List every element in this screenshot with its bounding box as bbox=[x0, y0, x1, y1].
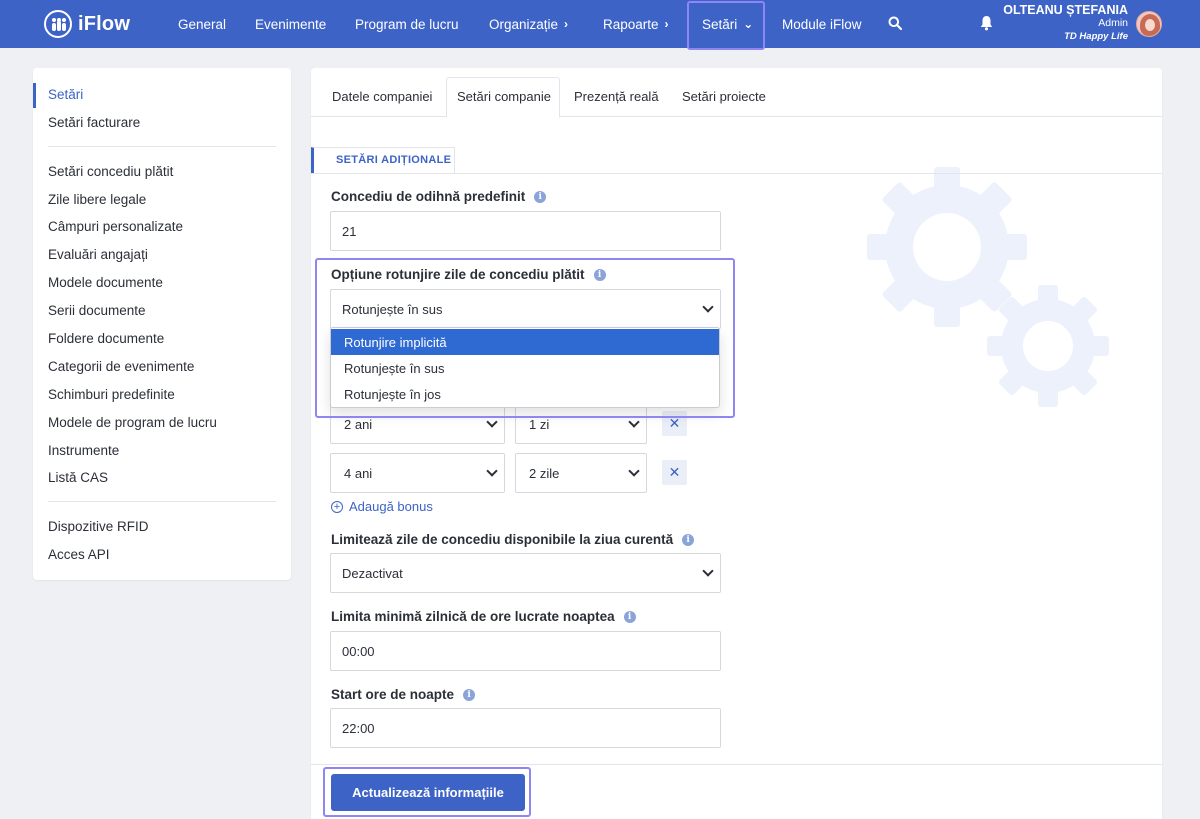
default-leave-label: Concediu de odihnă predefinit i bbox=[331, 189, 547, 204]
limit-current-day-label: Limitează zile de concediu disponibile l… bbox=[331, 532, 695, 547]
sidebar-item-zile-libere-legale[interactable]: Zile libere legale bbox=[48, 192, 146, 207]
bonus-years-select[interactable]: 4 ani bbox=[330, 453, 505, 493]
sidebar-item-categorii-evenimente[interactable]: Categorii de evenimente bbox=[48, 359, 194, 374]
sidebar-item-modele-program[interactable]: Modele de program de lucru bbox=[48, 415, 217, 430]
chevron-right-icon: › bbox=[664, 17, 669, 31]
footer-divider bbox=[311, 764, 1162, 765]
user-info[interactable]: OLTEANU ȘTEFANIA Admin TD Happy Life bbox=[1003, 4, 1128, 43]
nav-evenimente-label: Evenimente bbox=[255, 16, 327, 32]
nav-program-de-lucru[interactable]: Program de lucru bbox=[355, 0, 459, 48]
sidebar-item-acces-api[interactable]: Acces API bbox=[48, 547, 110, 562]
sidebar-item-campuri-personalizate[interactable]: Câmpuri personalizate bbox=[48, 219, 183, 234]
nav-setari-highlight bbox=[687, 1, 765, 50]
nav-module-iflow[interactable]: Module iFlow bbox=[782, 0, 862, 48]
sidebar-item-setari-concediu-platit[interactable]: Setări concediu plătit bbox=[48, 164, 173, 179]
nav-organizatie-label: Organizație bbox=[489, 16, 559, 32]
sidebar-item-setari[interactable]: Setări bbox=[48, 87, 83, 102]
min-night-hours-label-text: Limita minimă zilnică de ore lucrate noa… bbox=[331, 609, 615, 624]
settings-sidebar: Setări Setări facturare Setări concediu … bbox=[33, 68, 291, 580]
info-icon[interactable]: i bbox=[534, 190, 547, 203]
nav-general[interactable]: General bbox=[178, 0, 226, 48]
logo-icon bbox=[44, 10, 72, 38]
user-role: Admin bbox=[1098, 17, 1128, 29]
chevron-right-icon: › bbox=[564, 17, 569, 31]
tab-setari-companie[interactable]: Setări companie bbox=[457, 89, 551, 104]
default-leave-value: 21 bbox=[342, 223, 357, 239]
bonus-days-select[interactable]: 2 zile bbox=[515, 453, 647, 493]
section-title: SETĂRI ADIȚIONALE bbox=[336, 154, 452, 166]
section-divider bbox=[311, 173, 1162, 174]
sidebar-item-modele-documente[interactable]: Modele documente bbox=[48, 275, 163, 290]
add-bonus-label: Adaugă bonus bbox=[349, 499, 433, 514]
gear-icon bbox=[987, 285, 1109, 407]
night-start-value: 22:00 bbox=[342, 720, 375, 736]
nav-general-label: General bbox=[178, 16, 227, 32]
sidebar-item-dispozitive-rfid[interactable]: Dispozitive RFID bbox=[48, 519, 149, 534]
bonus-years-value: 2 ani bbox=[344, 416, 373, 432]
night-start-label-text: Start ore de noapte bbox=[331, 687, 455, 702]
update-info-button[interactable]: Actualizează informațiile bbox=[331, 774, 525, 811]
nav-evenimente[interactable]: Evenimente bbox=[255, 0, 326, 48]
sidebar-item-serii-documente[interactable]: Serii documente bbox=[48, 303, 146, 318]
chevron-down-icon bbox=[628, 416, 640, 428]
chevron-down-icon bbox=[628, 465, 640, 477]
search-icon[interactable] bbox=[888, 16, 902, 30]
night-start-input[interactable]: 22:00 bbox=[330, 708, 721, 748]
top-navigation-bar: iFlow General Evenimente Program de lucr… bbox=[0, 0, 1200, 50]
sidebar-item-lista-cas[interactable]: Listă CAS bbox=[48, 470, 108, 485]
tab-setari-proiecte[interactable]: Setări proiecte bbox=[682, 89, 766, 104]
night-start-label: Start ore de noapte i bbox=[331, 687, 476, 702]
bonus-days-value: 2 zile bbox=[529, 465, 560, 481]
avatar[interactable] bbox=[1136, 11, 1162, 37]
sidebar-active-indicator bbox=[33, 83, 36, 108]
rounding-highlight bbox=[315, 258, 735, 418]
bonus-years-value: 4 ani bbox=[344, 465, 373, 481]
default-leave-input[interactable]: 21 bbox=[330, 211, 721, 251]
sidebar-divider bbox=[48, 146, 276, 147]
tab-datele-companiei[interactable]: Datele companiei bbox=[332, 89, 432, 104]
default-leave-label-text: Concediu de odihnă predefinit bbox=[331, 189, 526, 204]
sidebar-item-setari-facturare[interactable]: Setări facturare bbox=[48, 115, 140, 130]
iflow-logo[interactable]: iFlow bbox=[44, 10, 130, 38]
app-name: iFlow bbox=[78, 12, 131, 35]
bonus-days-value: 1 zi bbox=[529, 416, 550, 432]
sidebar-divider bbox=[48, 501, 276, 502]
nav-module-label: Module iFlow bbox=[782, 16, 862, 32]
user-company: TD Happy Life bbox=[1064, 31, 1128, 42]
add-bonus-link[interactable]: + Adaugă bonus bbox=[331, 499, 433, 514]
nav-rapoarte-label: Rapoarte bbox=[603, 16, 659, 32]
nav-program-label: Program de lucru bbox=[355, 16, 459, 32]
info-icon[interactable]: i bbox=[463, 688, 476, 701]
sidebar-item-foldere-documente[interactable]: Foldere documente bbox=[48, 331, 164, 346]
tab-prezenta-reala[interactable]: Prezență reală bbox=[574, 89, 659, 104]
nav-organizatie[interactable]: Organizație › bbox=[489, 0, 568, 48]
min-night-hours-label: Limita minimă zilnică de ore lucrate noa… bbox=[331, 609, 636, 624]
info-icon[interactable]: i bbox=[682, 533, 695, 546]
limit-current-day-value: Dezactivat bbox=[342, 565, 403, 581]
close-icon: ✕ bbox=[668, 464, 681, 480]
settings-tabs: Datele companiei Setări companie Prezenț… bbox=[311, 68, 1162, 118]
sidebar-item-instrumente[interactable]: Instrumente bbox=[48, 443, 119, 458]
min-night-hours-value: 00:00 bbox=[342, 643, 375, 659]
update-info-button-label: Actualizează informațiile bbox=[352, 785, 504, 800]
sidebar-item-schimburi-predefinite[interactable]: Schimburi predefinite bbox=[48, 387, 175, 402]
min-night-hours-input[interactable]: 00:00 bbox=[330, 631, 721, 671]
chevron-down-icon bbox=[486, 416, 498, 428]
user-name: OLTEANU ȘTEFANIA bbox=[1003, 3, 1128, 17]
chevron-down-icon bbox=[702, 565, 714, 577]
settings-panel: Datele companiei Setări companie Prezenț… bbox=[311, 68, 1162, 819]
remove-bonus-button[interactable]: ✕ bbox=[662, 460, 687, 485]
plus-circle-icon: + bbox=[331, 500, 343, 513]
chevron-down-icon bbox=[486, 465, 498, 477]
nav-rapoarte[interactable]: Rapoarte › bbox=[603, 0, 669, 48]
bell-icon[interactable] bbox=[980, 15, 993, 31]
sidebar-item-evaluari-angajati[interactable]: Evaluări angajați bbox=[48, 247, 148, 262]
limit-current-day-select[interactable]: Dezactivat bbox=[330, 553, 721, 593]
limit-current-day-label-text: Limitează zile de concediu disponibile l… bbox=[331, 532, 674, 547]
info-icon[interactable]: i bbox=[623, 610, 636, 623]
